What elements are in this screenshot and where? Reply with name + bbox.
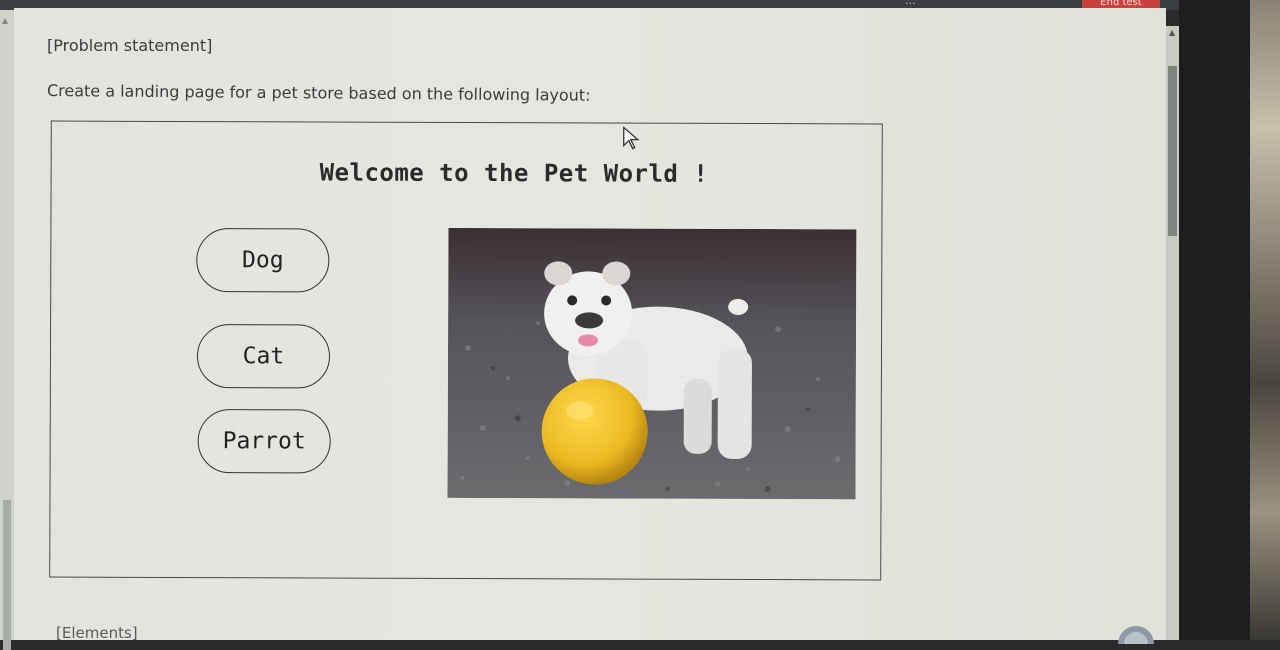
top-link[interactable]: ... <box>905 0 916 7</box>
right-scrollbar[interactable]: ▲ <box>1166 26 1179 640</box>
mockup-title: Welcome to the Pet World ! <box>319 158 709 188</box>
dog-button[interactable]: Dog <box>196 228 330 293</box>
cursor-icon <box>623 126 640 150</box>
layout-mockup: Welcome to the Pet World ! Dog Cat Parro… <box>49 120 883 581</box>
elements-heading: [Elements] <box>56 624 138 642</box>
parrot-button[interactable]: Parrot <box>197 409 331 474</box>
bulldog-photo <box>447 227 857 500</box>
scroll-thumb[interactable] <box>1168 66 1177 236</box>
help-icon[interactable] <box>1116 624 1156 644</box>
scroll-up-icon[interactable]: ▲ <box>2 16 8 25</box>
left-scroll-thumb[interactable] <box>3 500 11 650</box>
left-scroll-rail[interactable]: ▲ <box>0 10 14 650</box>
problem-panel: [Problem statement] Create a landing pag… <box>14 8 1166 642</box>
problem-heading: [Problem statement] <box>47 36 213 55</box>
room-background <box>1250 0 1280 640</box>
monitor-bezel <box>1179 0 1250 640</box>
scroll-up-icon[interactable]: ▲ <box>1169 28 1175 37</box>
problem-description: Create a landing page for a pet store ba… <box>46 81 591 105</box>
cat-button[interactable]: Cat <box>196 324 331 389</box>
